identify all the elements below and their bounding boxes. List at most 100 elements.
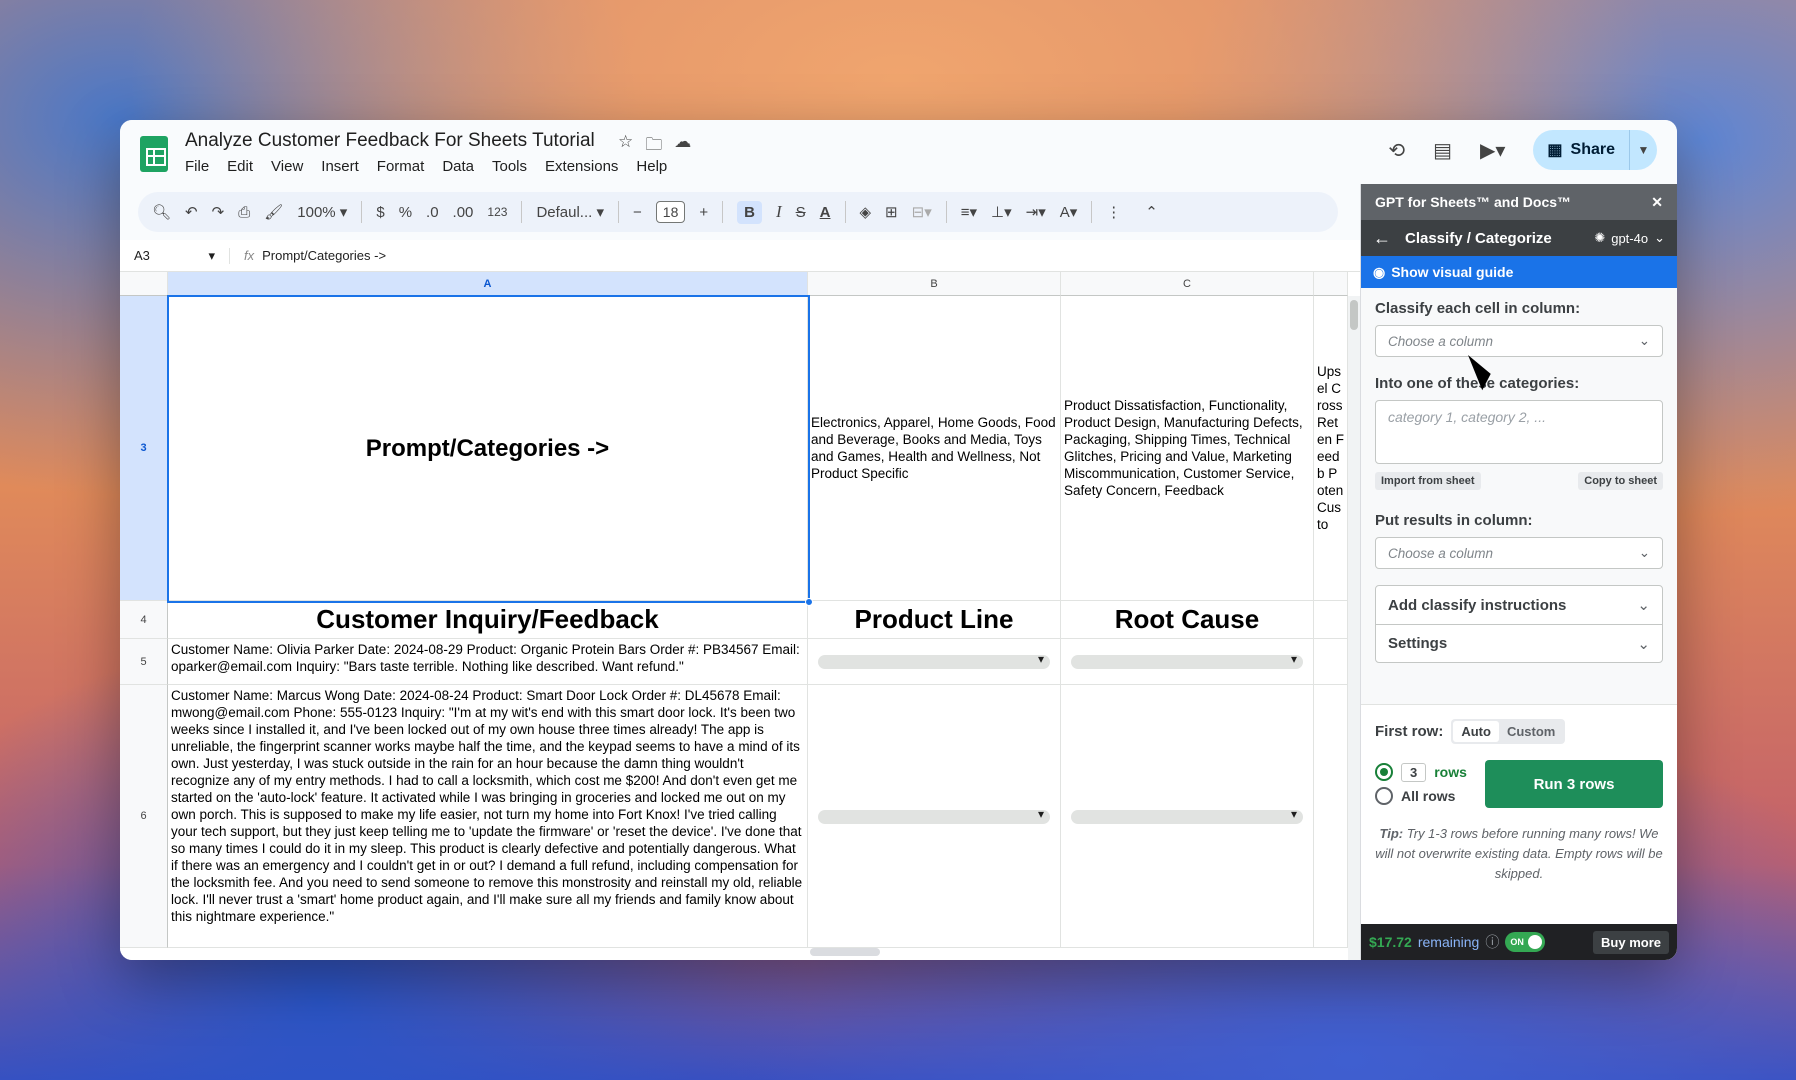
import-from-sheet-button[interactable]: Import from sheet (1375, 472, 1481, 490)
merge-cells-icon[interactable]: ⊟▾ (912, 203, 932, 221)
cell-c4[interactable]: Root Cause (1061, 601, 1314, 639)
increase-decimal-button[interactable]: .00 (453, 204, 474, 221)
row-header-3[interactable]: 3 (120, 296, 168, 601)
version-history-icon[interactable]: ⟲ (1388, 138, 1405, 163)
menu-file[interactable]: File (185, 158, 209, 175)
cell-b6-dropdown-chip[interactable] (818, 807, 1050, 824)
bold-button[interactable]: B (737, 200, 762, 224)
cloud-status-icon[interactable]: ☁ (674, 132, 691, 161)
menu-data[interactable]: Data (442, 158, 474, 175)
font-size-input[interactable]: 18 (655, 201, 686, 223)
classify-column-select[interactable]: Choose a column ⌄ (1375, 325, 1663, 357)
row-header-4[interactable]: 4 (120, 601, 168, 639)
print-icon[interactable]: ⎙ (238, 204, 250, 221)
close-icon[interactable]: ✕ (1651, 194, 1663, 211)
all-rows-option[interactable]: All rows (1375, 784, 1485, 808)
cell-d5[interactable] (1314, 639, 1348, 685)
rows-count-radio[interactable] (1375, 763, 1393, 781)
borders-icon[interactable]: ⊞ (885, 203, 898, 221)
share-dropdown-button[interactable]: ▼ (1629, 130, 1657, 170)
cell-d6[interactable] (1314, 685, 1348, 948)
formula-input[interactable]: Prompt/Categories -> (262, 248, 386, 263)
text-color-icon[interactable]: A (820, 204, 831, 221)
cell-b3[interactable]: Electronics, Apparel, Home Goods, Food a… (808, 296, 1061, 601)
decrease-font-size-button[interactable]: − (633, 204, 642, 221)
sheets-logo-icon[interactable] (140, 136, 168, 172)
add-classify-instructions-toggle[interactable]: Add classify instructions ⌄ (1376, 586, 1662, 624)
copy-to-sheet-button[interactable]: Copy to sheet (1578, 472, 1663, 490)
menu-insert[interactable]: Insert (321, 158, 359, 175)
more-formats-button[interactable]: 123 (487, 205, 507, 219)
show-visual-guide-link[interactable]: ◉ Show visual guide (1361, 256, 1677, 288)
horizontal-scroll-thumb[interactable] (810, 948, 880, 956)
cell-d3[interactable]: Upsel Cross Reten Feedb Poten Custo (1314, 296, 1348, 601)
cell-c3[interactable]: Product Dissatisfaction, Functionality, … (1061, 296, 1314, 601)
menu-help[interactable]: Help (636, 158, 667, 175)
menu-view[interactable]: View (271, 158, 303, 175)
paint-format-icon[interactable]: 🖌︎ (264, 203, 283, 221)
font-select[interactable]: Defaul... ▾ (536, 203, 604, 222)
meet-icon[interactable]: ▶▾ (1480, 138, 1505, 163)
first-row-auto[interactable]: Auto (1453, 721, 1499, 742)
italic-button[interactable]: I (776, 202, 782, 222)
strikethrough-icon[interactable]: S (796, 204, 806, 221)
vertical-align-icon[interactable]: ⊥▾ (991, 203, 1012, 221)
column-header-c[interactable]: C (1061, 272, 1314, 296)
zoom-select[interactable]: 100% ▾ (297, 203, 347, 222)
menu-tools[interactable]: Tools (492, 158, 527, 175)
settings-toggle[interactable]: Settings ⌄ (1376, 624, 1662, 662)
column-header-a[interactable]: A (168, 272, 808, 296)
column-header-b[interactable]: B (808, 272, 1061, 296)
cell-d4[interactable] (1314, 601, 1348, 639)
undo-icon[interactable]: ↶ (185, 203, 198, 221)
menu-extensions[interactable]: Extensions (545, 158, 618, 175)
info-icon[interactable]: ⓘ (1485, 932, 1499, 952)
horizontal-align-icon[interactable]: ≡▾ (961, 203, 977, 221)
back-arrow-icon[interactable]: ← (1373, 228, 1391, 249)
fill-color-icon[interactable]: ◈ (860, 203, 872, 221)
document-title[interactable]: Analyze Customer Feedback For Sheets Tut… (185, 130, 595, 152)
balance-toggle[interactable]: ON (1505, 932, 1546, 952)
cell-b5-dropdown-chip[interactable] (818, 652, 1050, 669)
move-folder-icon[interactable]: 🗀 (645, 132, 662, 161)
decrease-decimal-button[interactable]: .0 (426, 204, 439, 221)
share-button[interactable]: ▦ Share (1533, 130, 1629, 170)
more-options-icon[interactable]: ⋮ (1106, 203, 1121, 221)
cell-a4[interactable]: Customer Inquiry/Feedback (168, 601, 808, 639)
star-icon[interactable]: ☆ (618, 132, 633, 161)
all-rows-radio[interactable] (1375, 787, 1393, 805)
percent-format-button[interactable]: % (399, 204, 412, 221)
vertical-scrollbar[interactable] (1348, 296, 1360, 960)
row-header-6[interactable]: 6 (120, 685, 168, 948)
buy-more-button[interactable]: Buy more (1593, 930, 1669, 954)
run-rows-button[interactable]: Run 3 rows (1485, 760, 1663, 808)
menu-edit[interactable]: Edit (227, 158, 253, 175)
vertical-scroll-thumb[interactable] (1350, 300, 1358, 330)
cell-a3[interactable]: Prompt/Categories -> (168, 296, 808, 601)
cell-c5-dropdown-chip[interactable] (1071, 652, 1303, 669)
name-box[interactable]: A3 ▾ (120, 247, 230, 264)
text-rotation-icon[interactable]: A▾ (1060, 203, 1078, 221)
collapse-toolbar-icon[interactable]: ⌃ (1145, 203, 1158, 221)
rows-count-input[interactable]: 3 (1401, 762, 1427, 782)
cell-a6[interactable]: Customer Name: Marcus Wong Date: 2024-08… (168, 685, 808, 948)
cell-c6-dropdown-chip[interactable] (1071, 807, 1303, 824)
menu-format[interactable]: Format (377, 158, 425, 175)
cell-b4[interactable]: Product Line (808, 601, 1061, 639)
currency-format-button[interactable]: $ (376, 204, 384, 221)
comments-icon[interactable]: ▤ (1433, 138, 1452, 163)
model-select[interactable]: ✺ gpt-4o ⌄ (1594, 230, 1665, 246)
cell-a5[interactable]: Customer Name: Olivia Parker Date: 2024-… (168, 639, 808, 685)
column-header-d[interactable] (1314, 272, 1348, 296)
search-menus-icon[interactable]: 🔍︎ (152, 203, 171, 221)
select-all-corner[interactable] (120, 272, 168, 296)
rows-count-option[interactable]: 3 rows (1375, 760, 1485, 784)
results-column-select[interactable]: Choose a column ⌄ (1375, 537, 1663, 569)
first-row-custom[interactable]: Custom (1499, 721, 1563, 742)
text-wrapping-icon[interactable]: ⇥▾ (1026, 203, 1046, 221)
fill-handle[interactable] (805, 598, 813, 606)
categories-textarea[interactable]: category 1, category 2, ... (1375, 400, 1663, 464)
row-header-5[interactable]: 5 (120, 639, 168, 685)
increase-font-size-button[interactable]: + (699, 204, 708, 221)
redo-icon[interactable]: ↷ (212, 203, 225, 221)
